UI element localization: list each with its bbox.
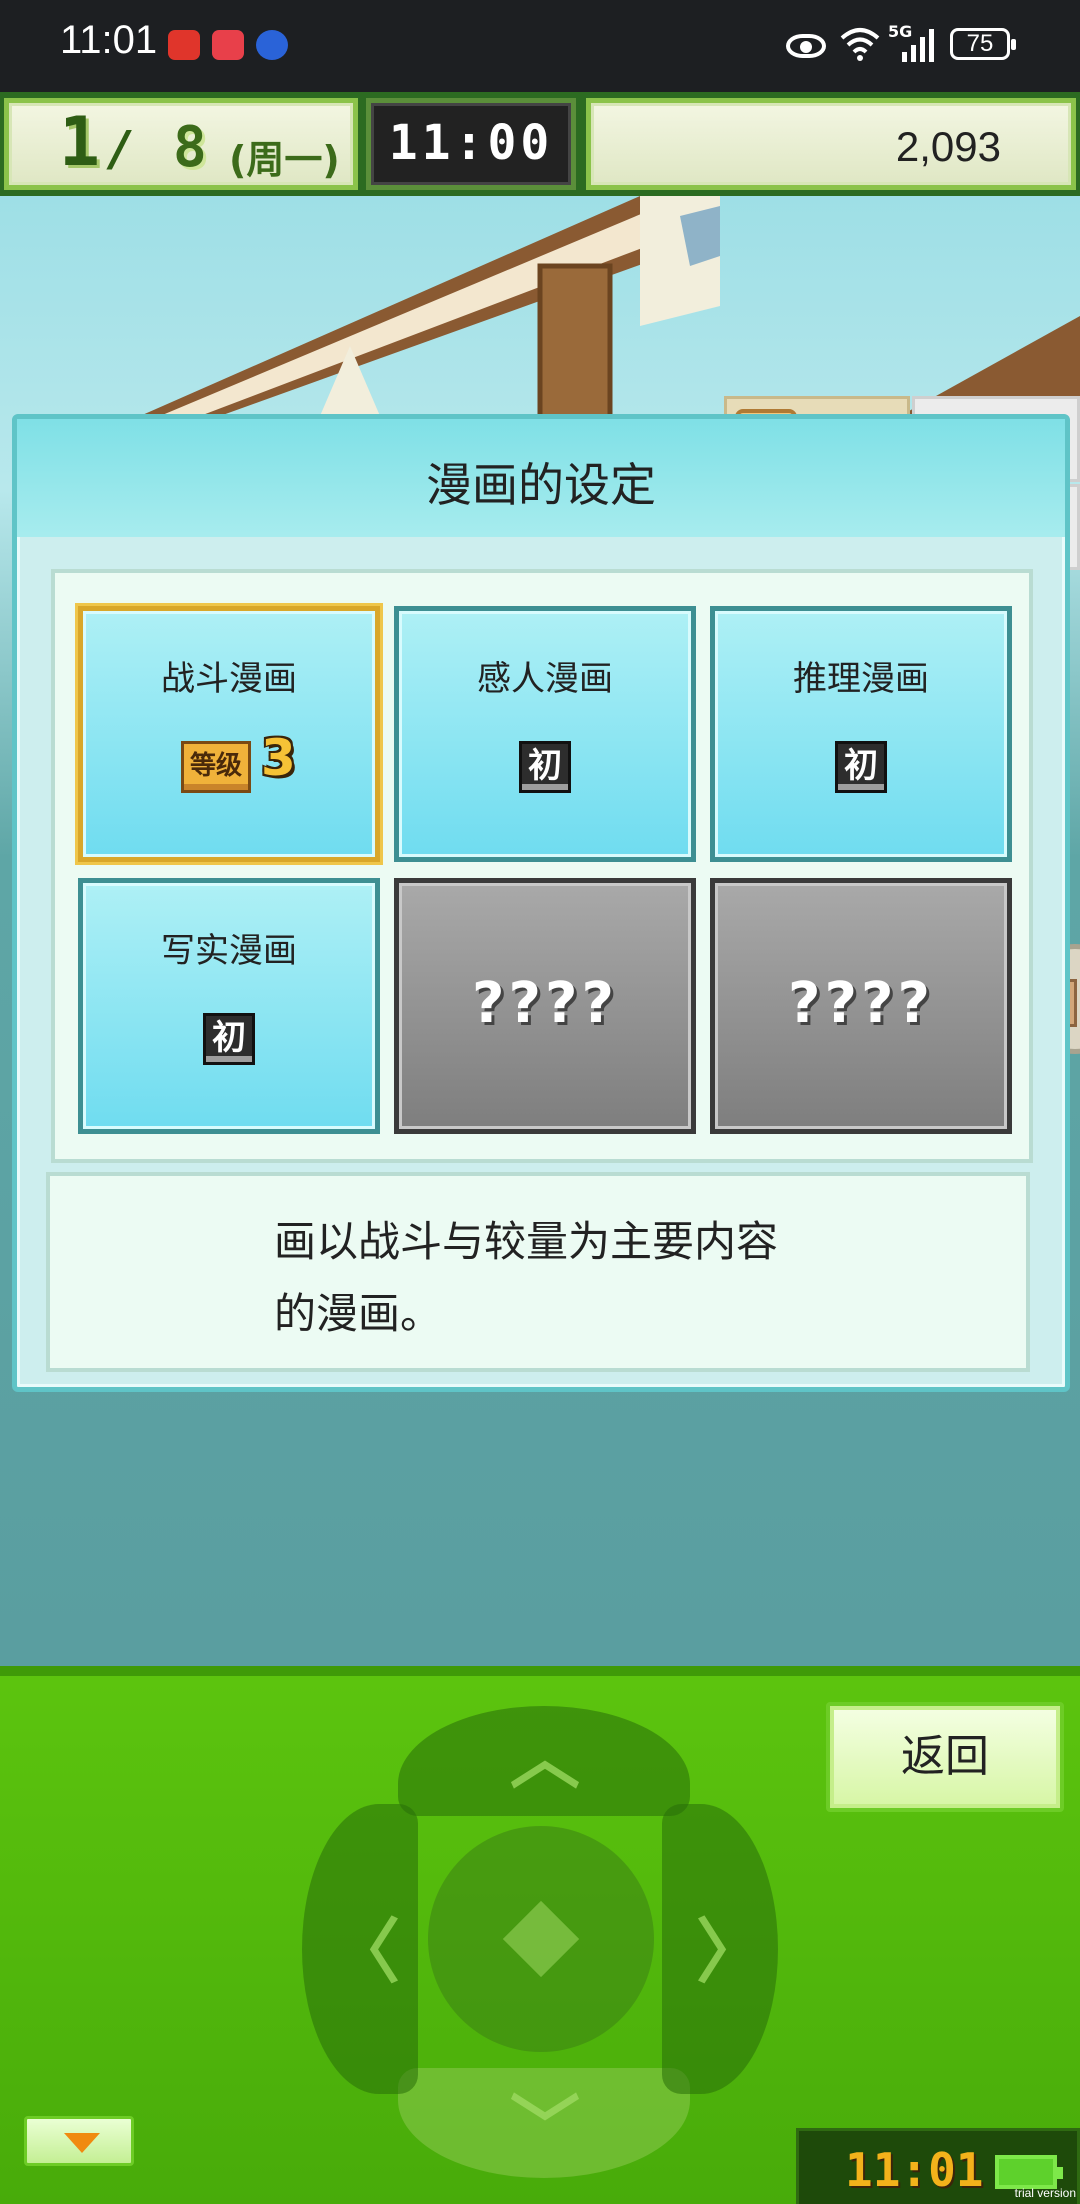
genre-name: 推理漫画 [793,659,929,699]
genre-card-mystery[interactable]: 推理漫画 初 [710,606,1012,862]
date-weekday: (周一) [229,138,340,182]
genre-description-line: 的漫画。 [274,1289,443,1338]
genre-card-battle[interactable]: 战斗漫画 等级 3 [78,606,380,862]
genre-card-locked[interactable]: ???? [710,878,1012,1134]
notification-app-icon [212,30,244,60]
genre-card-touching[interactable]: 感人漫画 初 [394,606,696,862]
chevron-left-icon: 〈 [330,1911,400,1993]
genre-description-box: 画以战斗与较量为主要内容 的漫画。 [46,1172,1030,1372]
time-text: 11:00 [388,115,554,171]
game-top-hud: 1 / 8 (周一) 11:00 2,093 [0,92,1080,196]
signal-icon [902,29,934,62]
genre-level-badge: 等级 [181,741,252,793]
notification-bulb-icon [256,30,288,60]
date-day: 8 [173,115,207,180]
dpad-confirm-button[interactable] [428,1826,654,2052]
date-separator: / [111,121,129,177]
notification-app-icon [168,30,200,60]
wifi-icon [840,28,880,61]
battery-icon: 75 [950,28,1016,60]
dialog-header: 漫画的设定 [17,419,1065,537]
time-display: 11:00 [366,98,576,190]
locked-genre-text: ???? [788,971,934,1036]
game-clock-time: 11:01 [845,2143,984,2197]
virtual-controller: 返回 ︿ ﹀ 〈 〉 11:01 trial version [0,1666,1080,2204]
money-display: 2,093 [586,98,1076,190]
locked-genre-text: ???? [472,971,618,1036]
battery-icon [995,2155,1063,2189]
genre-card-locked[interactable]: ???? [394,878,696,1134]
genre-name: 写实漫画 [161,931,297,971]
genre-beginner-badge: 初 [519,741,571,793]
genre-name: 战斗漫画 [161,659,297,699]
genre-beginner-badge: 初 [835,741,887,793]
trial-version-label: trial version [1014,2186,1076,2200]
genre-description-line: 画以战斗与较量为主要内容 [274,1217,779,1266]
house-roof-graphic [140,196,1080,416]
date-display: 1 / 8 (周一) [4,98,358,190]
chevron-up-icon: ︿ [510,1717,580,1799]
back-button[interactable]: 返回 [826,1702,1064,1812]
money-amount: 2,093 [895,123,1001,170]
genre-name: 感人漫画 [477,659,613,699]
status-time: 11:01 [60,18,158,62]
eye-icon [786,34,826,58]
menu-toggle-arrow-icon[interactable] [24,2116,134,2166]
genre-level-number: 3 [261,729,296,787]
chevron-down-icon: ﹀ [510,2087,580,2169]
dialog-title: 漫画的设定 [426,458,656,512]
system-status-bar: 11:01 5G 75 [0,0,1080,92]
genre-beginner-badge: 初 [203,1013,255,1065]
genre-card-realistic[interactable]: 写实漫画 初 [78,878,380,1134]
chevron-right-icon: 〉 [696,1911,766,1993]
date-month: 1 [59,103,100,182]
